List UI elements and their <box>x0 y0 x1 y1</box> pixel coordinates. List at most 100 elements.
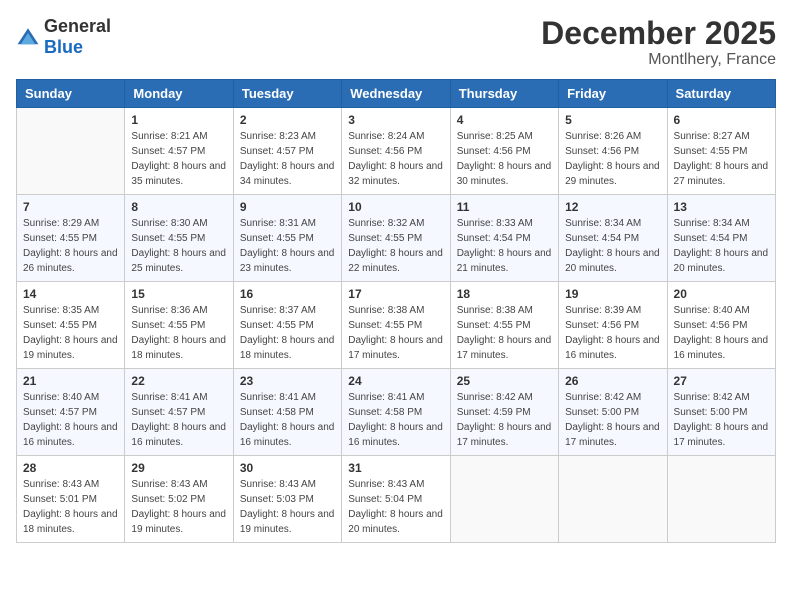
calendar-week-row: 28 Sunrise: 8:43 AMSunset: 5:01 PMDayligh… <box>17 456 776 543</box>
day-number: 31 <box>348 461 443 475</box>
calendar-cell: 10Sunrise: 8:32 AMSunset: 4:55 PMDayligh… <box>342 195 450 282</box>
calendar-cell: 27Sunrise: 8:42 AMSunset: 5:00 PMDayligh… <box>667 369 775 456</box>
month-year-title: December 2025 <box>541 16 776 51</box>
day-info: Sunrise: 8:29 AMSunset: 4:55 PMDaylight:… <box>23 216 118 276</box>
day-info: Sunrise: 8:38 AMSunset: 4:55 PMDaylight:… <box>348 303 443 363</box>
weekday-header-tuesday: Tuesday <box>233 80 341 108</box>
calendar-week-row: 14 Sunrise: 8:35 AMSunset: 4:55 PMDayligh… <box>17 282 776 369</box>
day-info: Sunrise: 8:25 AMSunset: 4:56 PMDaylight:… <box>457 129 552 189</box>
day-number: 5 <box>565 113 660 127</box>
calendar-cell: 12 Sunrise: 8:34 AMSunset: 4:54 PMDayligh… <box>559 195 667 282</box>
weekday-header-thursday: Thursday <box>450 80 558 108</box>
day-number: 10 <box>348 200 443 214</box>
day-info: Sunrise: 8:27 AMSunset: 4:55 PMDaylight:… <box>674 129 769 189</box>
day-number: 7 <box>23 200 118 214</box>
day-number: 27 <box>674 374 769 388</box>
day-number: 16 <box>240 287 335 301</box>
day-number: 29 <box>131 461 226 475</box>
logo-general: General <box>44 16 111 36</box>
day-number: 4 <box>457 113 552 127</box>
calendar-cell: 26Sunrise: 8:42 AMSunset: 5:00 PMDayligh… <box>559 369 667 456</box>
day-info: Sunrise: 8:34 AMSunset: 4:54 PMDaylight:… <box>565 216 660 276</box>
calendar-cell: 13 Sunrise: 8:34 AMSunset: 4:54 PMDayligh… <box>667 195 775 282</box>
calendar-cell: 15 Sunrise: 8:36 AMSunset: 4:55 PMDayligh… <box>125 282 233 369</box>
day-info: Sunrise: 8:31 AMSunset: 4:55 PMDaylight:… <box>240 216 335 276</box>
calendar-cell: 3 Sunrise: 8:24 AMSunset: 4:56 PMDaylight… <box>342 108 450 195</box>
logo-text: General Blue <box>44 16 111 58</box>
calendar-cell: 8Sunrise: 8:30 AMSunset: 4:55 PMDaylight… <box>125 195 233 282</box>
day-info: Sunrise: 8:42 AMSunset: 4:59 PMDaylight:… <box>457 390 552 450</box>
day-info: Sunrise: 8:21 AMSunset: 4:57 PMDaylight:… <box>131 129 226 189</box>
day-info: Sunrise: 8:33 AMSunset: 4:54 PMDaylight:… <box>457 216 552 276</box>
weekday-header-wednesday: Wednesday <box>342 80 450 108</box>
day-number: 22 <box>131 374 226 388</box>
calendar-cell: 31 Sunrise: 8:43 AMSunset: 5:04 PMDayligh… <box>342 456 450 543</box>
calendar-table: SundayMondayTuesdayWednesdayThursdayFrid… <box>16 79 776 543</box>
calendar-week-row: 7 Sunrise: 8:29 AMSunset: 4:55 PMDaylight… <box>17 195 776 282</box>
day-info: Sunrise: 8:38 AMSunset: 4:55 PMDaylight:… <box>457 303 552 363</box>
calendar-week-row: 21Sunrise: 8:40 AMSunset: 4:57 PMDayligh… <box>17 369 776 456</box>
logo-icon <box>16 25 40 49</box>
calendar-cell: 30 Sunrise: 8:43 AMSunset: 5:03 PMDayligh… <box>233 456 341 543</box>
calendar-cell: 28 Sunrise: 8:43 AMSunset: 5:01 PMDayligh… <box>17 456 125 543</box>
day-number: 28 <box>23 461 118 475</box>
day-info: Sunrise: 8:23 AMSunset: 4:57 PMDaylight:… <box>240 129 335 189</box>
calendar-cell <box>17 108 125 195</box>
day-number: 30 <box>240 461 335 475</box>
day-info: Sunrise: 8:43 AMSunset: 5:04 PMDaylight:… <box>348 477 443 537</box>
day-info: Sunrise: 8:43 AMSunset: 5:01 PMDaylight:… <box>23 477 118 537</box>
weekday-header-friday: Friday <box>559 80 667 108</box>
weekday-header-monday: Monday <box>125 80 233 108</box>
calendar-cell: 29Sunrise: 8:43 AMSunset: 5:02 PMDayligh… <box>125 456 233 543</box>
calendar-cell: 22 Sunrise: 8:41 AMSunset: 4:57 PMDayligh… <box>125 369 233 456</box>
day-info: Sunrise: 8:43 AMSunset: 5:03 PMDaylight:… <box>240 477 335 537</box>
day-number: 24 <box>348 374 443 388</box>
calendar-cell: 25 Sunrise: 8:42 AMSunset: 4:59 PMDayligh… <box>450 369 558 456</box>
calendar-cell <box>450 456 558 543</box>
day-number: 13 <box>674 200 769 214</box>
calendar-cell: 1 Sunrise: 8:21 AMSunset: 4:57 PMDaylight… <box>125 108 233 195</box>
day-number: 21 <box>23 374 118 388</box>
calendar-cell: 19Sunrise: 8:39 AMSunset: 4:56 PMDayligh… <box>559 282 667 369</box>
calendar-cell: 24 Sunrise: 8:41 AMSunset: 4:58 PMDayligh… <box>342 369 450 456</box>
day-number: 12 <box>565 200 660 214</box>
day-info: Sunrise: 8:40 AMSunset: 4:56 PMDaylight:… <box>674 303 769 363</box>
calendar-cell: 6Sunrise: 8:27 AMSunset: 4:55 PMDaylight… <box>667 108 775 195</box>
weekday-header-sunday: Sunday <box>17 80 125 108</box>
page-header: General Blue December 2025 Montlhery, Fr… <box>16 16 776 69</box>
day-number: 9 <box>240 200 335 214</box>
day-number: 23 <box>240 374 335 388</box>
calendar-cell: 7 Sunrise: 8:29 AMSunset: 4:55 PMDaylight… <box>17 195 125 282</box>
day-info: Sunrise: 8:24 AMSunset: 4:56 PMDaylight:… <box>348 129 443 189</box>
day-info: Sunrise: 8:36 AMSunset: 4:55 PMDaylight:… <box>131 303 226 363</box>
calendar-cell: 21Sunrise: 8:40 AMSunset: 4:57 PMDayligh… <box>17 369 125 456</box>
day-info: Sunrise: 8:26 AMSunset: 4:56 PMDaylight:… <box>565 129 660 189</box>
weekday-header-saturday: Saturday <box>667 80 775 108</box>
calendar-cell: 4 Sunrise: 8:25 AMSunset: 4:56 PMDaylight… <box>450 108 558 195</box>
weekday-header-row: SundayMondayTuesdayWednesdayThursdayFrid… <box>17 80 776 108</box>
day-number: 19 <box>565 287 660 301</box>
calendar-cell: 20 Sunrise: 8:40 AMSunset: 4:56 PMDayligh… <box>667 282 775 369</box>
calendar-week-row: 1 Sunrise: 8:21 AMSunset: 4:57 PMDaylight… <box>17 108 776 195</box>
day-info: Sunrise: 8:35 AMSunset: 4:55 PMDaylight:… <box>23 303 118 363</box>
day-info: Sunrise: 8:37 AMSunset: 4:55 PMDaylight:… <box>240 303 335 363</box>
day-number: 14 <box>23 287 118 301</box>
calendar-cell: 5 Sunrise: 8:26 AMSunset: 4:56 PMDaylight… <box>559 108 667 195</box>
calendar-cell: 9 Sunrise: 8:31 AMSunset: 4:55 PMDaylight… <box>233 195 341 282</box>
day-number: 15 <box>131 287 226 301</box>
calendar-cell: 11Sunrise: 8:33 AMSunset: 4:54 PMDayligh… <box>450 195 558 282</box>
calendar-cell: 14 Sunrise: 8:35 AMSunset: 4:55 PMDayligh… <box>17 282 125 369</box>
calendar-cell <box>559 456 667 543</box>
day-info: Sunrise: 8:34 AMSunset: 4:54 PMDaylight:… <box>674 216 769 276</box>
day-number: 18 <box>457 287 552 301</box>
day-number: 2 <box>240 113 335 127</box>
day-info: Sunrise: 8:41 AMSunset: 4:58 PMDaylight:… <box>348 390 443 450</box>
calendar-cell: 16 Sunrise: 8:37 AMSunset: 4:55 PMDayligh… <box>233 282 341 369</box>
calendar-cell <box>667 456 775 543</box>
day-number: 20 <box>674 287 769 301</box>
day-info: Sunrise: 8:41 AMSunset: 4:57 PMDaylight:… <box>131 390 226 450</box>
day-number: 1 <box>131 113 226 127</box>
day-number: 25 <box>457 374 552 388</box>
day-number: 26 <box>565 374 660 388</box>
day-number: 3 <box>348 113 443 127</box>
